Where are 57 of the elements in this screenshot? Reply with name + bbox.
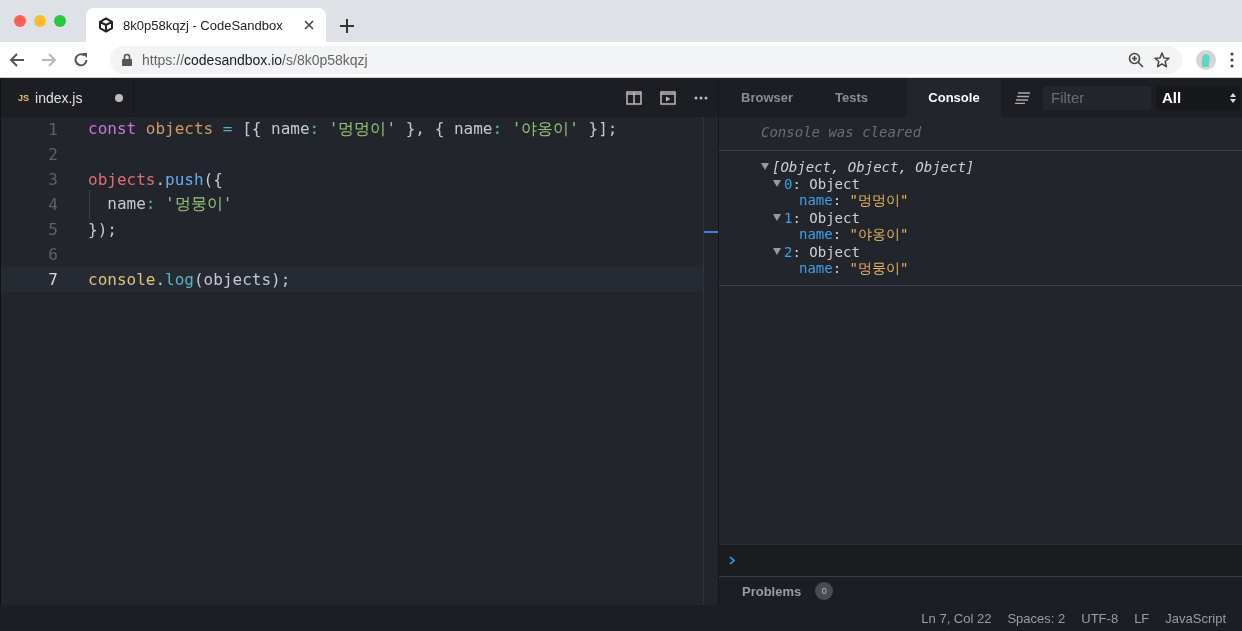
updown-icon <box>1230 92 1236 103</box>
close-icon[interactable] <box>304 20 314 30</box>
object-property: name: "멍뭉이" <box>799 259 909 278</box>
scroll-marker <box>704 231 718 233</box>
log-entry[interactable]: [Object, Object, Object] <box>772 158 975 175</box>
star-icon[interactable] <box>1154 51 1170 68</box>
line-number: 6 <box>47 245 59 264</box>
more-icon[interactable] <box>694 95 708 100</box>
panel-tab[interactable]: Console <box>907 78 1001 117</box>
reload-icon[interactable] <box>72 50 90 69</box>
object-key[interactable]: 1: Object <box>784 209 860 226</box>
filter-icon[interactable] <box>1015 91 1031 104</box>
status-item[interactable]: Spaces: 2 <box>1007 610 1066 626</box>
caret-icon[interactable] <box>773 214 781 221</box>
caret-icon[interactable] <box>761 163 769 170</box>
code-line: }); <box>88 220 117 239</box>
object-property: name: "멍멍이" <box>799 191 909 210</box>
status-item[interactable]: LF <box>1134 610 1150 626</box>
panel-tab[interactable]: Browser <box>719 78 813 117</box>
plus-icon[interactable] <box>340 19 354 33</box>
zoom-in-icon[interactable] <box>1128 51 1144 68</box>
console-message: Console was cleared <box>719 117 1242 151</box>
back-arrow-icon[interactable] <box>8 50 26 69</box>
problems-tab[interactable]: Problems <box>742 583 802 599</box>
code-line: console.log(objects); <box>88 270 291 289</box>
status-item[interactable]: UTF-8 <box>1081 610 1119 626</box>
panel-tab[interactable]: Tests <box>813 78 907 117</box>
line-number: 4 <box>47 195 59 214</box>
preview-icon[interactable] <box>660 90 676 105</box>
page-tab[interactable]: 8k0p58kqzj - CodeSandbox <box>86 8 326 42</box>
chevron-icon <box>729 556 735 565</box>
line-number: 7 <box>47 270 59 289</box>
log-level-select[interactable]: All <box>1156 85 1240 110</box>
code-line: objects.push({ <box>88 170 223 189</box>
line-number: 5 <box>47 220 59 239</box>
code-line: const objects = [{ name: '멍멍이' }, { name: '야옹이' }]; <box>88 119 618 140</box>
object-key[interactable]: 2: Object <box>784 243 860 260</box>
file-name: index.js <box>35 89 84 106</box>
status-item[interactable]: Ln 7, Col 22 <box>921 610 992 626</box>
object-key[interactable]: 0: Object <box>784 175 860 192</box>
split-view-icon[interactable] <box>626 90 642 105</box>
line-number: 3 <box>47 170 59 189</box>
line-number: 2 <box>47 145 59 164</box>
problem-count: 0 <box>815 582 834 600</box>
caret-icon[interactable] <box>773 180 781 187</box>
console-input[interactable] <box>719 544 1242 576</box>
cube-icon <box>98 17 114 33</box>
file-type-label: JS <box>18 92 29 103</box>
lock-icon <box>122 53 132 66</box>
url-text: https://codesandbox.io/s/8k0p58kqzj <box>142 51 369 68</box>
status-item[interactable]: JavaScript <box>1165 610 1226 626</box>
caret-icon[interactable] <box>773 248 781 255</box>
menu-icon[interactable] <box>1230 51 1234 68</box>
object-property: name: "야옹이" <box>799 225 909 244</box>
line-number: 1 <box>47 120 59 139</box>
address-bar[interactable]: https://codesandbox.io/s/8k0p58kqzj <box>110 45 1182 74</box>
filter-field[interactable]: Filter <box>1043 85 1151 110</box>
